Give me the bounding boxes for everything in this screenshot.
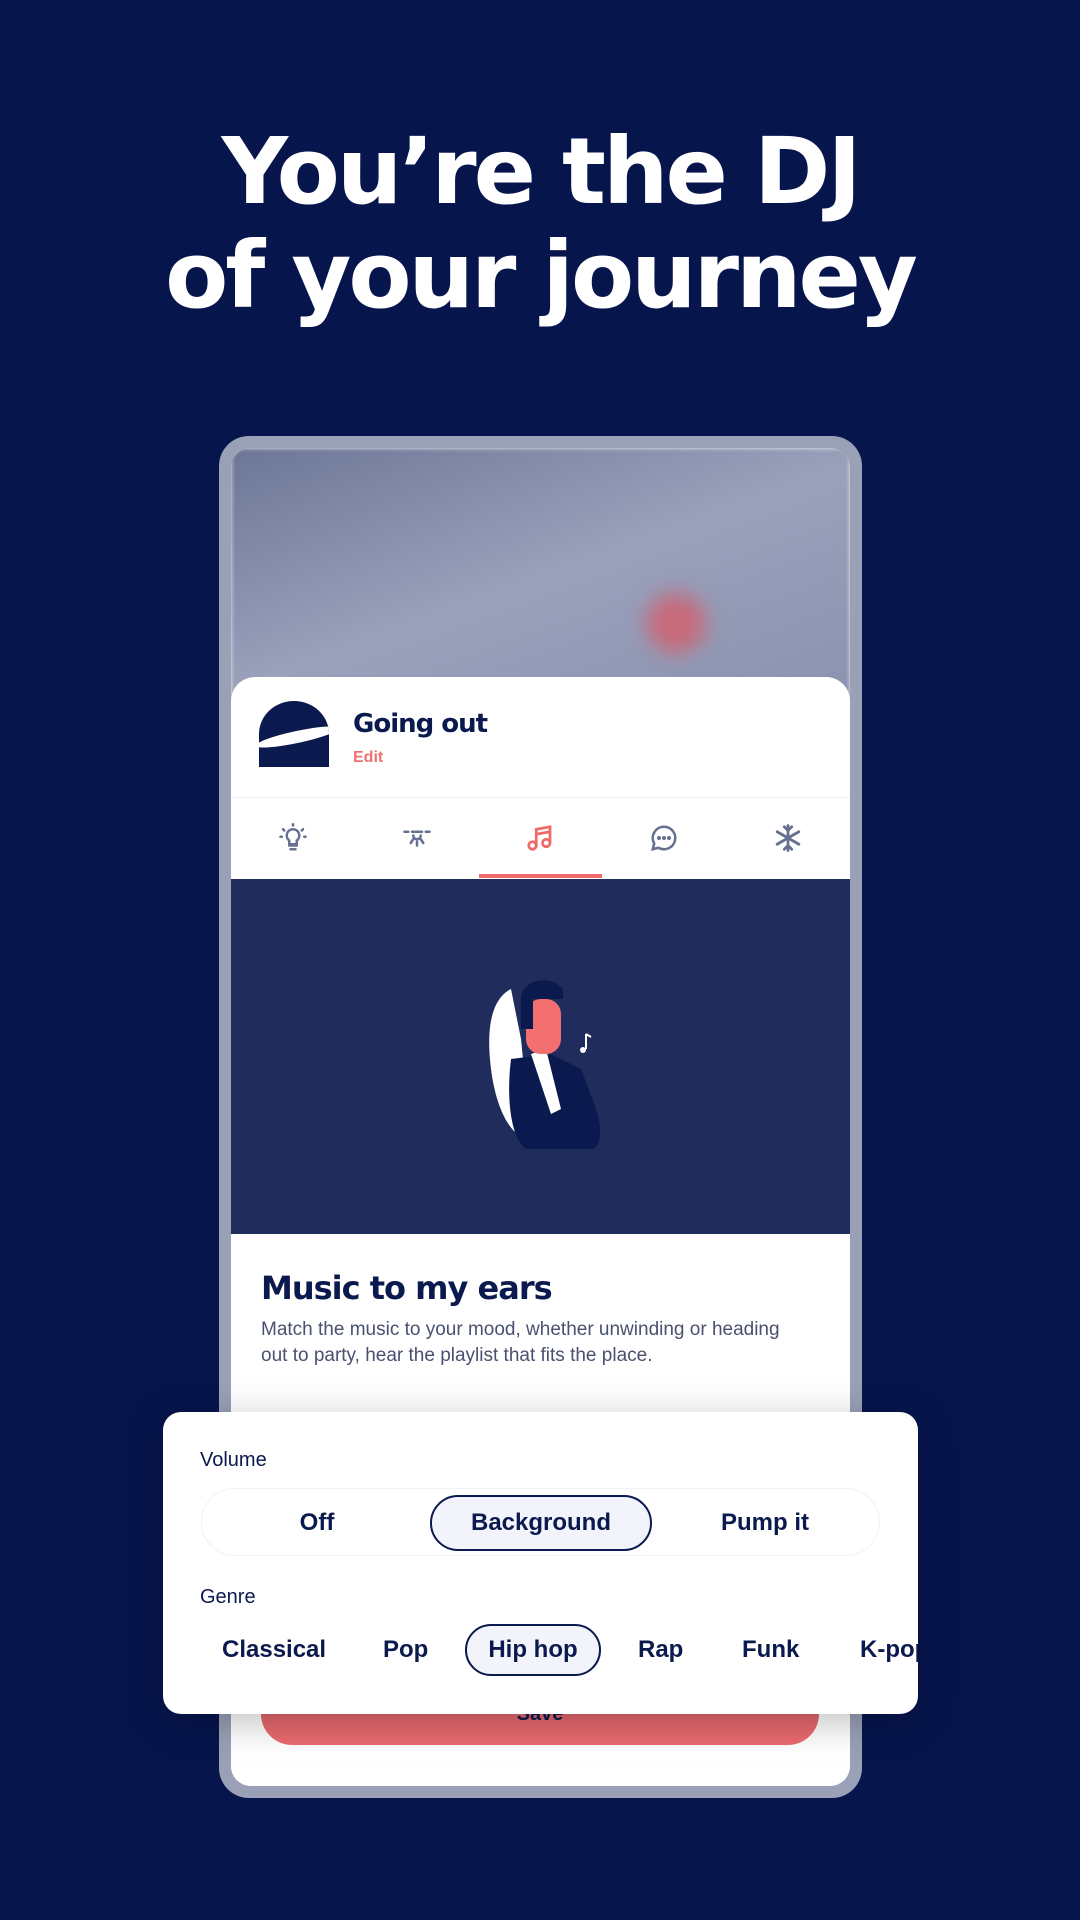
tab-climate[interactable] <box>726 798 850 878</box>
genre-chip-rap[interactable]: Rap <box>638 1624 683 1676</box>
genre-chip-hip-hop[interactable]: Hip hop <box>465 1624 601 1676</box>
lightbulb-icon <box>279 823 307 851</box>
edit-link[interactable]: Edit <box>353 749 383 767</box>
music-illustration-panel <box>231 879 850 1234</box>
scene-avatar <box>259 701 329 767</box>
tab-music[interactable] <box>478 798 603 878</box>
genre-label: Genre <box>200 1586 256 1608</box>
genre-chip-funk[interactable]: Funk <box>742 1624 799 1676</box>
tab-bar <box>231 798 850 878</box>
volume-option-pump-it[interactable]: Pump it <box>690 1495 840 1551</box>
volume-option-background[interactable]: Background <box>430 1495 652 1551</box>
scene-title: Going out <box>353 709 488 739</box>
music-settings-card: Volume Off Background Pump it Genre Clas… <box>163 1412 918 1714</box>
snowflake-icon <box>775 824 801 852</box>
tab-lighting[interactable] <box>231 798 355 878</box>
section-title: Music to my ears <box>261 1269 553 1307</box>
tab-ceiling-light[interactable] <box>355 798 479 878</box>
tab-chat[interactable] <box>602 798 726 878</box>
headline-line-1: You’re the DJ <box>221 118 861 225</box>
chat-bubble-icon <box>651 825 677 852</box>
headline: You’re the DJ of your journey <box>0 120 1080 328</box>
volume-option-off[interactable]: Off <box>242 1495 392 1551</box>
genre-chip-pop[interactable]: Pop <box>383 1624 428 1676</box>
volume-label: Volume <box>200 1449 267 1471</box>
headline-line-2: of your journey <box>165 222 918 329</box>
genre-chip-k-pop[interactable]: K-pop <box>860 1624 918 1676</box>
music-note-icon <box>527 825 552 851</box>
blurred-background <box>231 448 850 708</box>
section-description: Match the music to your mood, whether un… <box>261 1319 780 1366</box>
volume-selector: Off Background Pump it <box>201 1488 880 1556</box>
person-listening-illustration <box>489 980 601 1149</box>
ceiling-light-icon <box>402 830 431 847</box>
genre-chip-classical[interactable]: Classical <box>222 1624 326 1676</box>
